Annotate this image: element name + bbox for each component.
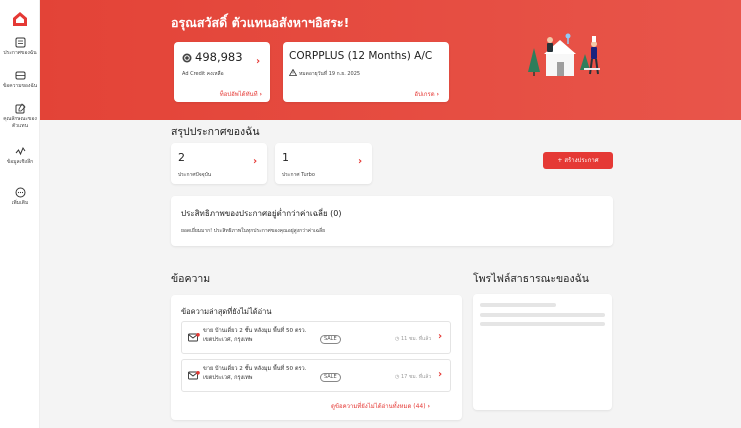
skeleton-line xyxy=(480,322,605,326)
messages-title: ข้อความ xyxy=(171,273,211,285)
chevron-right-icon[interactable]: › xyxy=(260,91,262,98)
credit-label: Ad Credit คงเหลือ xyxy=(182,71,224,77)
sale-badge: SALE xyxy=(320,373,341,382)
sidebar-item-more[interactable]: เพิ่มเติม xyxy=(0,187,40,207)
turbo-label: ประกาศ Turbo xyxy=(282,172,315,178)
messages-card-title: ข้อความล่าสุดที่ยังไม่ได้อ่าน xyxy=(181,307,272,316)
message-text: ขาย บ้านเดี่ยว 2 ชั้น หลังมุม พื้นที่ 50… xyxy=(203,365,306,383)
message-line2: เขตประเวศ, กรุงเทพ xyxy=(203,337,253,343)
turbo-count: 1 xyxy=(282,151,289,164)
sidebar-item-label: ประกาศของฉัน xyxy=(3,50,37,56)
message-icon xyxy=(15,71,25,80)
chevron-right-icon[interactable]: › xyxy=(428,403,430,410)
sidebar-item-listings[interactable]: ประกาศของฉัน xyxy=(0,37,40,57)
sale-badge: SALE xyxy=(320,335,341,344)
sidebar-item-label: เพิ่มเติม xyxy=(11,200,29,206)
active-count: 2 xyxy=(178,151,185,164)
sidebar-item-label: ข้อความของฉัน xyxy=(2,83,38,89)
create-listing-button[interactable]: + สร้างประกาศ xyxy=(543,152,613,169)
propertyguru-logo[interactable] xyxy=(11,10,29,32)
insights-icon xyxy=(15,146,25,156)
sidebar: ประกาศของฉัน ข้อความของฉัน คุณลักษณะของต… xyxy=(0,0,40,428)
chevron-right-icon[interactable]: › xyxy=(358,156,362,167)
upgrade-link[interactable]: อัปเกรด › xyxy=(414,89,439,99)
listing-icon xyxy=(15,37,25,48)
message-line1: ขาย บ้านเดี่ยว 2 ชั้น หลังมุม พื้นที่ 50… xyxy=(203,366,307,372)
message-time-label: 11 ชม. ที่แล้ว xyxy=(400,336,432,342)
sidebar-item-label: ข้อมูลเชิงลึก xyxy=(6,159,34,165)
unread-mail-icon xyxy=(188,371,200,380)
summary-title: สรุปประกาศของฉัน xyxy=(171,126,260,138)
unread-mail-icon xyxy=(188,333,200,342)
plan-card: CORPPLUS (12 Months) A/C หมดอายุวันที่ 1… xyxy=(283,42,449,102)
profile-card xyxy=(473,294,612,410)
performance-card: ประสิทธิภาพของประกาศอยู่ต่ำกว่าค่าเฉลี่ย… xyxy=(171,196,613,246)
upgrade-label[interactable]: อัปเกรด xyxy=(414,91,434,98)
plan-name: CORPPLUS (12 Months) A/C xyxy=(289,50,433,62)
sidebar-item-messages[interactable]: ข้อความของฉัน xyxy=(0,70,40,90)
clock-icon: ◷ xyxy=(395,374,400,380)
message-line2: เขตประเวศ, กรุงเทพ xyxy=(203,375,253,381)
chevron-right-icon[interactable]: › xyxy=(253,156,257,167)
view-all-messages-link[interactable]: ดูข้อความที่ยังไม่ได้อ่านทั้งหมด (44) › xyxy=(331,401,430,411)
chevron-right-icon[interactable]: › xyxy=(438,331,442,342)
coin-icon xyxy=(182,53,192,63)
message-line1: ขาย บ้านเดี่ยว 2 ชั้น หลังมุม พื้นที่ 50… xyxy=(203,328,307,334)
sidebar-item-insights[interactable]: ข้อมูลเชิงลึก xyxy=(0,146,40,166)
chevron-right-icon[interactable]: › xyxy=(437,91,439,98)
clock-icon: ◷ xyxy=(395,336,400,342)
active-listings-card[interactable]: 2 ประกาศปัจจุบัน › xyxy=(171,143,267,184)
topup-label[interactable]: ท็อปอัพได้ทันที xyxy=(220,91,258,98)
view-all-label[interactable]: ดูข้อความที่ยังไม่ได้อ่านทั้งหมด (44) xyxy=(331,403,426,410)
turbo-listings-card[interactable]: 1 ประกาศ Turbo › xyxy=(275,143,372,184)
skeleton-line xyxy=(480,303,556,307)
active-label: ประกาศปัจจุบัน xyxy=(178,172,212,178)
topup-link[interactable]: ท็อปอัพได้ทันที › xyxy=(220,89,262,99)
message-time-label: 17 ชม. ที่แล้ว xyxy=(400,374,432,380)
greeting: อรุณสวัสดิ์ ตัวแทนอสังหาฯอิสระ! xyxy=(171,15,350,30)
performance-title: ประสิทธิภาพของประกาศอยู่ต่ำกว่าค่าเฉลี่ย… xyxy=(181,209,342,218)
sidebar-item-agent-profile[interactable]: คุณลักษณะของตัวแทน xyxy=(0,103,40,130)
credit-amount: 498,983 xyxy=(195,50,243,64)
performance-text: ยอดเยี่ยมมาก! ประสิทธิภาพในทุกประกาศของค… xyxy=(181,228,326,234)
credit-card: 498,983 Ad Credit คงเหลือ › ท็อปอัพได้ทั… xyxy=(174,42,270,102)
plan-expiry: หมดอายุวันที่ 19 ก.ย. 2025 xyxy=(299,71,361,77)
more-icon xyxy=(15,187,25,198)
profile-title: โพรไฟล์สาธารณะของฉัน xyxy=(473,273,589,285)
sidebar-item-label: คุณลักษณะของตัวแทน xyxy=(3,116,37,129)
message-text: ขาย บ้านเดี่ยว 2 ชั้น หลังมุม พื้นที่ 50… xyxy=(203,327,306,345)
message-item[interactable]: ขาย บ้านเดี่ยว 2 ชั้น หลังมุม พื้นที่ 50… xyxy=(181,321,451,354)
message-item[interactable]: ขาย บ้านเดี่ยว 2 ชั้น หลังมุม พื้นที่ 50… xyxy=(181,359,451,392)
skeleton-line xyxy=(480,313,605,317)
chevron-right-icon[interactable]: › xyxy=(256,56,260,67)
house-illustration xyxy=(528,33,600,76)
message-time: ◷ 11 ชม. ที่แล้ว xyxy=(395,335,431,343)
message-time: ◷ 17 ชม. ที่แล้ว xyxy=(395,373,431,381)
agent-edit-icon xyxy=(15,103,26,114)
warning-icon xyxy=(289,69,297,76)
chevron-right-icon[interactable]: › xyxy=(438,369,442,380)
